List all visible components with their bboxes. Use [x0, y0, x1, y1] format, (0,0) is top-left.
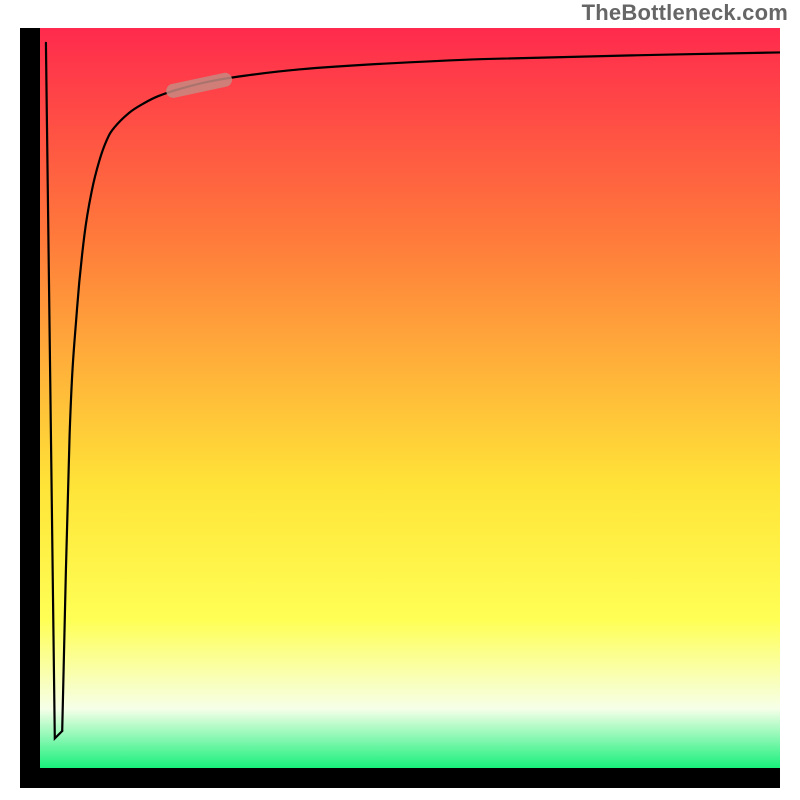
- chart-container: TheBottleneck.com: [0, 0, 800, 800]
- attribution-label: TheBottleneck.com: [582, 0, 788, 26]
- plot-area: [20, 28, 780, 788]
- x-axis-band: [20, 768, 780, 788]
- chart-svg: [20, 28, 780, 788]
- gradient-background: [40, 28, 780, 768]
- y-axis-band: [20, 28, 40, 788]
